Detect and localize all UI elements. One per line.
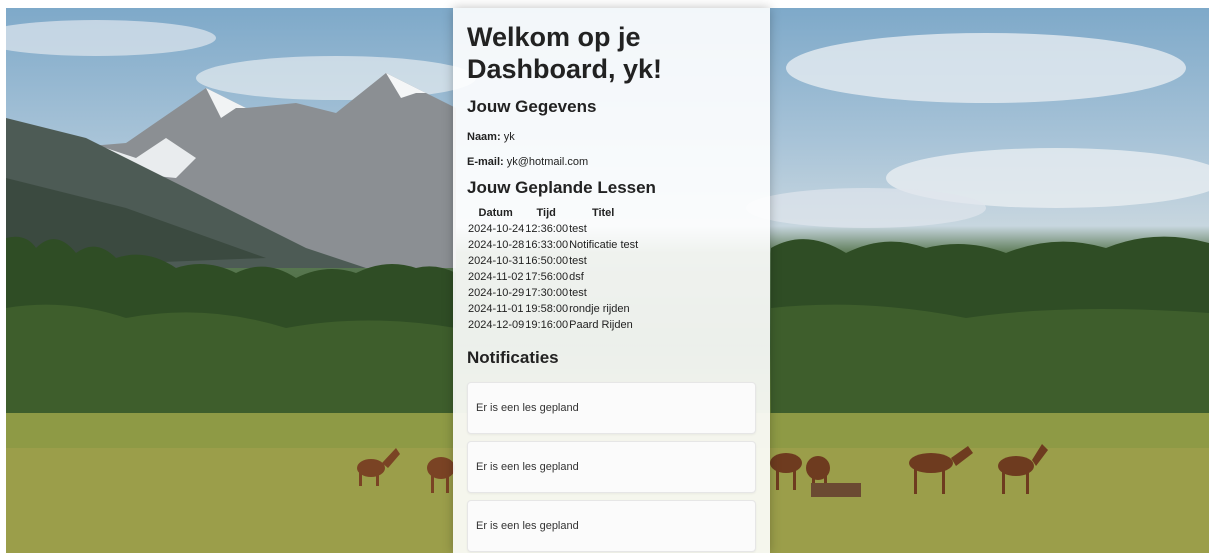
cell-titel: Paard Rijden bbox=[569, 319, 633, 331]
naam-field: Naam: yk bbox=[467, 130, 756, 144]
table-row: 2024-11-01 19:58:00 rondje rijden bbox=[467, 301, 638, 317]
cell-tijd: 17:30:00 bbox=[525, 287, 569, 299]
cell-tijd: 17:56:00 bbox=[525, 271, 569, 283]
table-row: 2024-12-09 19:16:00 Paard Rijden bbox=[467, 317, 638, 333]
notification-card: Er is een les gepland bbox=[467, 500, 756, 552]
column-header-titel: Titel bbox=[591, 207, 615, 219]
column-header-tijd: Tijd bbox=[536, 207, 556, 219]
cell-tijd: 16:50:00 bbox=[525, 255, 569, 267]
cell-datum: 2024-11-01 bbox=[468, 303, 524, 315]
dashboard-panel: Welkom op je Dashboard, yk! Jouw Gegeven… bbox=[453, 8, 770, 553]
lessen-heading: Jouw Geplande Lessen bbox=[467, 178, 656, 197]
cell-titel: rondje rijden bbox=[569, 303, 630, 315]
page-title: Welkom op je Dashboard, yk! bbox=[467, 22, 663, 84]
table-row: 2024-10-24 12:36:00 test bbox=[467, 221, 638, 237]
naam-value: yk bbox=[503, 131, 515, 143]
cell-tijd: 19:16:00 bbox=[525, 319, 569, 331]
cell-datum: 2024-10-28 bbox=[468, 239, 525, 251]
notification-text: Er is een les gepland bbox=[476, 461, 579, 473]
table-header-row: Datum Tijd Titel bbox=[467, 206, 638, 221]
email-value: yk@hotmail.com bbox=[506, 156, 589, 168]
naam-label: Naam: bbox=[467, 131, 501, 143]
notificaties-heading: Notificaties bbox=[467, 348, 559, 367]
notification-text: Er is een les gepland bbox=[476, 520, 579, 532]
table-row: 2024-10-28 16:33:00 Notificatie test bbox=[467, 237, 638, 253]
cell-titel: test bbox=[569, 255, 587, 267]
cell-titel: test bbox=[569, 223, 587, 235]
cell-titel: dsf bbox=[569, 271, 584, 283]
email-field: E-mail: yk@hotmail.com bbox=[467, 155, 756, 169]
cell-datum: 2024-12-09 bbox=[468, 319, 525, 331]
gegevens-heading: Jouw Gegevens bbox=[467, 97, 597, 116]
email-label: E-mail: bbox=[467, 156, 504, 168]
cell-datum: 2024-10-29 bbox=[468, 287, 525, 299]
notification-card: Er is een les gepland bbox=[467, 382, 756, 434]
cell-titel: Notificatie test bbox=[569, 239, 639, 251]
cell-tijd: 12:36:00 bbox=[525, 223, 569, 235]
cell-titel: test bbox=[569, 287, 587, 299]
cell-datum: 2024-10-31 bbox=[468, 255, 525, 267]
lessen-table: Datum Tijd Titel 2024-10-24 12:36:00 tes… bbox=[467, 206, 638, 333]
cell-tijd: 16:33:00 bbox=[525, 239, 569, 251]
table-row: 2024-10-29 17:30:00 test bbox=[467, 285, 638, 301]
notification-text: Er is een les gepland bbox=[476, 402, 579, 414]
cell-tijd: 19:58:00 bbox=[525, 303, 569, 315]
cell-datum: 2024-11-02 bbox=[468, 271, 524, 283]
table-row: 2024-11-02 17:56:00 dsf bbox=[467, 269, 638, 285]
column-header-datum: Datum bbox=[478, 207, 513, 219]
cell-datum: 2024-10-24 bbox=[468, 223, 525, 235]
notification-card: Er is een les gepland bbox=[467, 441, 756, 493]
table-row: 2024-10-31 16:50:00 test bbox=[467, 253, 638, 269]
